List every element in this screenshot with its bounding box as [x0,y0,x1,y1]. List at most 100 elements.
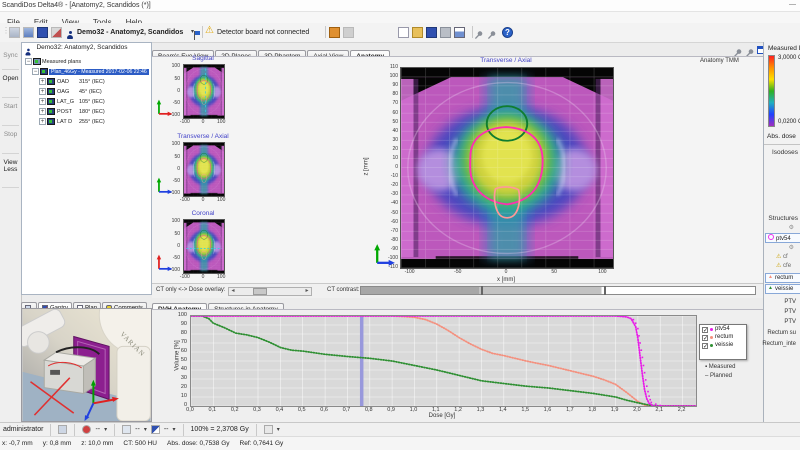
structure-row-veissie[interactable]: ▲ veissie [765,284,800,294]
beam-row-oag[interactable]: + OAG 45° (IEC) [39,88,102,95]
checkbox-checked-icon[interactable]: ✓ [702,326,708,334]
filter-status-icon[interactable] [263,425,273,434]
side-button-start[interactable]: Start [0,103,21,110]
structure-settings-icon[interactable]: ⚙ [764,245,794,252]
dvh-x-tick: 0,4 [275,407,284,413]
beam-angle: 315° (IEC) [79,78,105,85]
side-button-view-less[interactable]: View Less [0,159,21,173]
contrast-thumb-high[interactable] [604,286,606,295]
dose-overlay-slider[interactable]: ◂ ▸ [228,287,312,296]
main-view-title: Transverse / Axial [480,57,532,64]
expand-icon[interactable]: + [39,78,46,85]
log-book-icon[interactable] [329,27,340,38]
session-dropdown-icon[interactable]: ▾ [191,28,194,35]
structure-row-rectum[interactable]: ▲ rectum [765,273,800,283]
window-title: ScandiDos Delta4® - [Anatomy2, Scandidos… [2,2,151,9]
side-button-sync[interactable]: Sync [0,52,21,59]
beam-row-lat-g[interactable]: + LAT_G 105° (IEC) [39,98,105,105]
slider-thumb[interactable] [253,288,267,295]
collapse-icon[interactable]: − [25,58,32,65]
main-y-axis-label: z [mm] [363,157,370,176]
report-icon[interactable] [454,27,465,38]
slider-right-icon[interactable]: ▸ [303,288,311,295]
new-file-icon[interactable] [398,27,409,38]
window-layout-icon[interactable] [343,27,354,38]
structure-settings-icon[interactable]: ⚙ [764,225,794,232]
save-file-icon[interactable] [426,27,437,38]
dose-scale-mode[interactable]: Abs. dose [767,133,796,141]
record-status-icon[interactable] [82,425,92,434]
expand-icon[interactable]: + [39,118,46,125]
small-view-image-transverse-axial[interactable] [183,142,225,197]
save-icon[interactable] [37,27,48,38]
structure-row-ptv54[interactable]: ptv54 [765,233,800,243]
beam-row-lat-d[interactable]: + LAT D 255° (IEC) [39,118,105,125]
beam-row-post[interactable]: + POST 180° (IEC) [39,108,105,115]
dropdown-icon[interactable]: ▾ [104,426,107,433]
tree-root-row[interactable]: − Measured plans [25,58,81,65]
dvh-x-tick: 0,9 [387,407,395,413]
structure-name: cf [783,254,788,260]
small-view-image-sagittal[interactable] [183,64,225,119]
pin-icon[interactable] [745,45,755,58]
main-y-tick: 40 [392,127,398,134]
help-icon[interactable]: ? [502,27,513,38]
pointer-tool-icon[interactable] [474,27,484,40]
small-x-tick: 0 [201,274,205,280]
legend-label: ptv54 [715,326,730,332]
main-y-tick: 30 [392,136,398,143]
dvh-x-tick: 1,5 [521,407,530,413]
beam-row-oad[interactable]: + OAD 315° (IEC) [39,78,105,85]
flag-icon[interactable] [194,31,201,41]
status-group-value: -- [163,426,169,433]
dose-overlay-slider-label: CT only <-> Dose overlay: [156,287,226,293]
expand-icon[interactable]: + [39,88,46,95]
layout-status-icon[interactable] [58,425,68,434]
main-transverse-image[interactable] [400,67,614,269]
measurement-icon[interactable] [23,27,34,38]
structure-name: veissie [774,286,794,292]
table-status-icon[interactable] [122,425,132,434]
flag-status-icon[interactable] [150,425,160,434]
cursor-z: z: 10,0 mm [81,439,114,447]
side-button-stop[interactable]: Stop [0,131,21,138]
session-selector[interactable]: Demo32 - Anatomy2, Scandidos [77,28,183,37]
status-separator [255,423,257,436]
selected-plan-row[interactable]: − Plan_46Gy - Measured 2017-02-06 22:46 [32,68,149,76]
collapse-icon[interactable]: − [32,68,39,75]
side-button-open[interactable]: Open [0,75,21,82]
contrast-thumb-low[interactable] [481,286,483,295]
layout-grid-icon[interactable] [9,27,20,38]
beam-angle: 45° (IEC) [79,88,102,95]
expand-icon[interactable]: + [39,108,46,115]
structure-warn-row-cfe[interactable]: ⚠ cfe [776,263,791,270]
main-x-tick: -50 [454,269,462,275]
beam-name: OAD [57,78,69,85]
checkbox-checked-icon[interactable]: ✓ [702,334,708,342]
bottom-left-tabs: GantryPlanComments [21,296,152,332]
print-icon[interactable] [440,27,451,38]
ct-contrast-slider[interactable] [360,286,756,295]
dvh-plot[interactable] [190,315,697,407]
dropdown-icon[interactable]: ▾ [144,426,147,433]
checkbox-checked-icon[interactable]: ✓ [702,342,708,350]
tools-icon[interactable] [51,27,62,38]
dropdown-icon[interactable]: ▾ [277,426,280,433]
structure-warn-row-cf[interactable]: ⚠ cf [776,254,788,261]
gantry-3d-view[interactable]: VARIAN [14,275,179,422]
expand-icon[interactable]: + [39,98,46,105]
small-view-image-coronal[interactable] [183,219,225,274]
dvh-x-tick: 0,7 [342,407,351,413]
dropdown-icon[interactable]: ▾ [173,426,176,433]
minimize-icon[interactable]: — [789,0,796,9]
beam-angle: 105° (IEC) [79,98,105,105]
dvh-x-axis-label: Dose [Gy] [428,413,456,419]
toolbar: ⋮ Demo32 - Anatomy2, Scandidos ▾ ⚠ Detec… [0,23,800,43]
dvh-y-tick: 100 [177,312,187,318]
slider-left-icon[interactable]: ◂ [229,288,237,295]
pointer-tool-icon[interactable] [487,27,497,40]
structure-triangle-icon: ▲ [768,274,773,280]
pin-icon[interactable] [733,45,743,58]
open-file-icon[interactable] [412,27,423,38]
anatomy-mode-label: Anatomy TMM [700,58,739,64]
